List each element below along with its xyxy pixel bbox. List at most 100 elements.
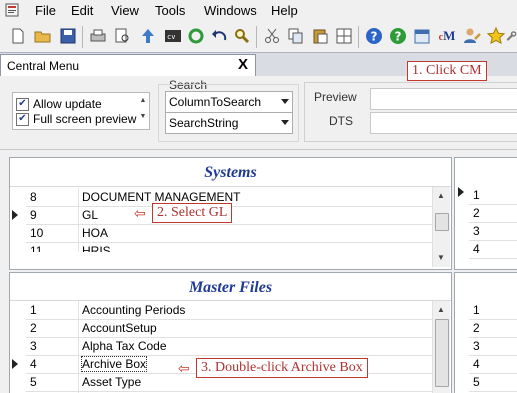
row-number: 11 — [30, 244, 43, 252]
table-row[interactable]: 2 — [469, 319, 517, 338]
grid-icon[interactable] — [334, 26, 354, 46]
chevron-down-icon — [281, 99, 289, 104]
svg-text:cv: cv — [167, 33, 175, 41]
callout-step-3: 3. Double-click Archive Box — [196, 358, 368, 378]
scroll-up-icon[interactable]: ▲ — [433, 301, 449, 317]
chevron-down-icon — [281, 120, 289, 125]
search-string-select[interactable]: SearchString — [165, 112, 293, 134]
current-row-indicator — [458, 187, 464, 197]
row-name: GL — [82, 208, 99, 222]
preview-label: Preview — [314, 90, 357, 104]
table-row[interactable]: 2 AccountSetup — [26, 319, 433, 338]
scroll-thumb[interactable] — [435, 213, 449, 231]
current-row-indicator — [12, 210, 18, 220]
tab-close-button[interactable]: X — [238, 56, 248, 73]
table-row[interactable]: 4 — [469, 240, 517, 259]
toolbar: cv ? ? cM — [0, 22, 517, 52]
tab-central-menu[interactable]: Central Menu X — [0, 54, 256, 78]
table-row[interactable]: 11 HRIS — [26, 242, 433, 252]
undo-icon[interactable] — [209, 26, 229, 46]
row-name: Asset Type — [82, 375, 142, 389]
systems-title: Systems — [204, 164, 257, 181]
svg-text:?: ? — [395, 30, 402, 44]
row-name: DOCUMENT MANAGEMENT — [82, 190, 241, 204]
paste-icon[interactable] — [310, 26, 330, 46]
master-files-detail-panel: 1 2 3 4 5 — [454, 272, 517, 393]
row-name: Alpha Tax Code — [82, 339, 167, 353]
menu-help[interactable]: Help — [271, 3, 298, 18]
master-files-title: Master Files — [188, 279, 273, 296]
row-name: AccountSetup — [82, 321, 157, 335]
row-number: 4 — [473, 357, 480, 371]
row-number: 3 — [473, 224, 480, 238]
callout-arrow-icon: ⇦ — [178, 360, 190, 376]
column-to-search-select[interactable]: ColumnToSearch — [165, 91, 293, 113]
console-icon[interactable]: cv — [163, 26, 183, 46]
preview-field[interactable] — [370, 88, 517, 110]
full-screen-checkbox[interactable]: ✔ — [16, 112, 29, 126]
table-row[interactable]: 3 — [469, 337, 517, 356]
table-row[interactable]: 1 — [469, 186, 517, 205]
column-divider — [78, 188, 79, 252]
table-row[interactable]: 5 — [469, 373, 517, 392]
row-number: 4 — [30, 357, 37, 371]
table-row[interactable]: 3 — [469, 222, 517, 241]
callout-step-1: 1. Click CM — [407, 61, 487, 81]
table-row[interactable]: 1 Accounting Periods — [26, 301, 433, 320]
app-icon[interactable] — [5, 3, 19, 17]
save-icon[interactable] — [58, 26, 78, 46]
cut-icon[interactable] — [262, 26, 282, 46]
master-files-scrollbar[interactable]: ▲ — [432, 301, 450, 393]
menu-view[interactable]: View — [111, 3, 139, 18]
callout-step-2: 2. Select GL — [152, 203, 233, 223]
upload-arrow-icon[interactable] — [138, 26, 158, 46]
new-document-icon[interactable] — [8, 26, 28, 46]
row-number: 9 — [30, 208, 37, 222]
menu-file[interactable]: File — [35, 3, 56, 18]
scroll-down-icon[interactable]: ▼ — [433, 249, 449, 265]
row-number: 2 — [473, 321, 480, 335]
table-row[interactable]: 10 HOA — [26, 224, 433, 243]
row-name: HOA — [82, 226, 109, 240]
wrench-icon[interactable] — [506, 26, 517, 46]
svg-text:?: ? — [371, 30, 378, 44]
copy-icon[interactable] — [286, 26, 306, 46]
scroll-up-icon[interactable]: ▲ — [433, 187, 449, 203]
menu-windows[interactable]: Windows — [204, 3, 257, 18]
table-row[interactable]: 4 — [469, 355, 517, 374]
table-row[interactable]: 3 Alpha Tax Code — [26, 337, 433, 356]
menu-tools[interactable]: Tools — [155, 3, 185, 18]
title-divider — [10, 186, 451, 187]
allow-update-checkbox[interactable]: ✔ — [16, 97, 29, 111]
user-edit-icon[interactable] — [462, 26, 482, 46]
search-string-value: SearchString — [169, 116, 239, 130]
help-green-icon[interactable]: ? — [388, 26, 408, 46]
menu-edit[interactable]: Edit — [71, 3, 93, 18]
options-scroll[interactable]: ▲ ▼ — [137, 93, 149, 127]
systems-scrollbar[interactable]: ▲ ▼ — [432, 187, 450, 267]
tab-label: Central Menu — [7, 59, 80, 73]
row-number: 1 — [30, 303, 37, 317]
print-preview-icon[interactable] — [113, 26, 133, 46]
calendar-icon[interactable] — [412, 26, 432, 46]
table-row[interactable]: 2 — [469, 204, 517, 223]
scroll-thumb[interactable] — [435, 319, 449, 387]
row-number: 8 — [30, 190, 37, 204]
print-icon[interactable] — [88, 26, 108, 46]
cm-icon[interactable]: cM — [436, 26, 458, 46]
row-name: HRIS — [82, 244, 111, 252]
refresh-icon[interactable] — [186, 26, 206, 46]
help-icon[interactable]: ? — [364, 26, 384, 46]
row-number: 5 — [473, 375, 480, 389]
current-row-indicator — [12, 359, 18, 369]
favorite-icon[interactable] — [486, 26, 506, 46]
search-icon[interactable] — [232, 26, 252, 46]
callout-arrow-icon: ⇦ — [134, 205, 146, 221]
open-folder-icon[interactable] — [33, 26, 53, 46]
table-row[interactable]: 1 — [469, 301, 517, 320]
row-number: 3 — [30, 339, 37, 353]
row-number: 3 — [473, 339, 480, 353]
full-screen-option[interactable]: ✔ Full screen preview — [16, 112, 136, 126]
dts-field[interactable] — [370, 112, 517, 134]
allow-update-option[interactable]: ✔ Allow update — [16, 97, 102, 111]
